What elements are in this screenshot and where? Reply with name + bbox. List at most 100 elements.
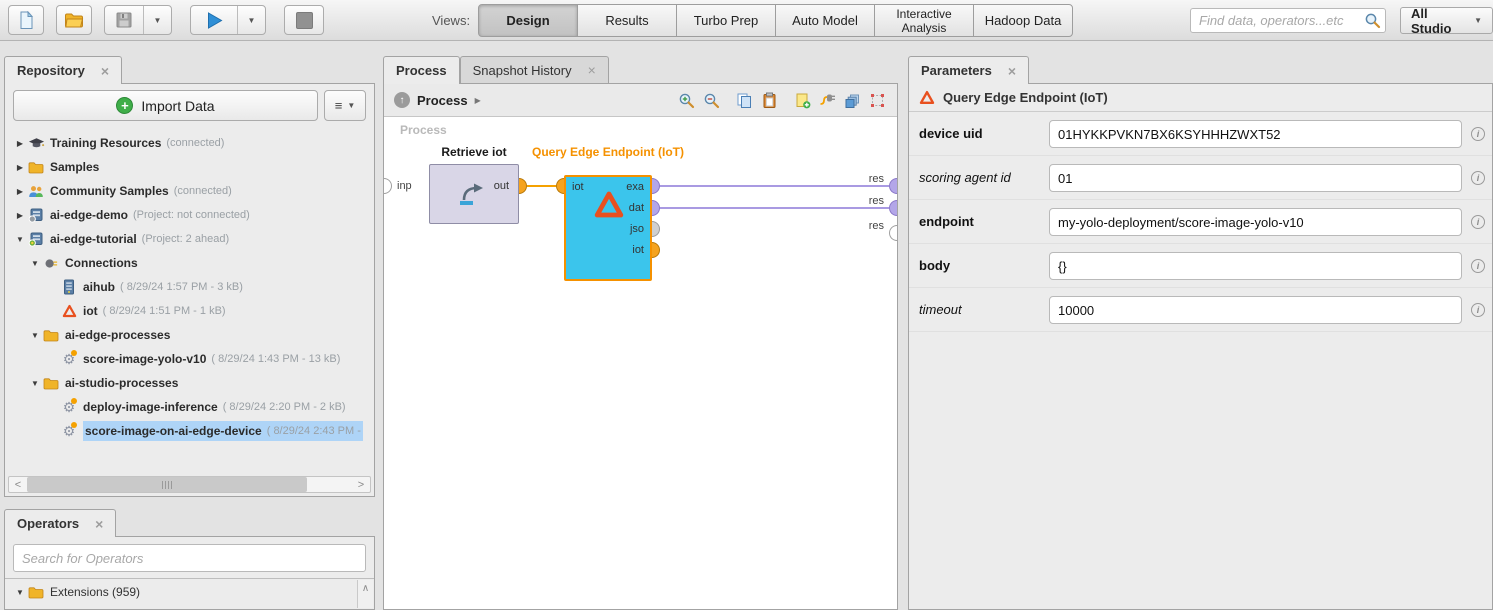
expander-icon[interactable]: ▼ bbox=[28, 379, 42, 388]
run-button[interactable] bbox=[191, 6, 237, 34]
save-button[interactable] bbox=[105, 6, 143, 34]
paste-icon[interactable] bbox=[760, 91, 779, 110]
close-icon[interactable]: × bbox=[588, 63, 596, 77]
tab-repository[interactable]: Repository × bbox=[4, 56, 122, 84]
open-process-button[interactable] bbox=[56, 5, 92, 35]
expander-icon[interactable]: ▶ bbox=[13, 163, 27, 172]
zoom-out-icon[interactable] bbox=[702, 91, 721, 110]
device-uid-input[interactable] bbox=[1049, 120, 1462, 148]
scroll-left-icon[interactable]: < bbox=[9, 477, 27, 492]
connection-dat-to-res[interactable] bbox=[660, 207, 889, 209]
tree-item-score-image-on-ai-edge-device[interactable]: ⚙ score-image-on-ai-edge-device ( 8/29/2… bbox=[5, 419, 374, 443]
tree-item-iot[interactable]: iot ( 8/29/24 1:51 PM - 1 kB) bbox=[5, 299, 374, 323]
query-iot-out-port[interactable] bbox=[652, 242, 660, 258]
tree-item-extensions[interactable]: ▼ Extensions (959) bbox=[5, 579, 374, 605]
retrieve-operator[interactable]: out bbox=[429, 164, 519, 224]
info-icon[interactable]: i bbox=[1471, 303, 1485, 317]
endpoint-input[interactable] bbox=[1049, 208, 1462, 236]
operator-search bbox=[13, 544, 366, 572]
tab-interactive-analysis[interactable]: Interactive Analysis bbox=[874, 4, 974, 37]
scroll-up-icon[interactable]: ∧ bbox=[358, 580, 373, 596]
close-icon[interactable]: × bbox=[95, 517, 103, 531]
expander-icon[interactable]: ▶ bbox=[13, 139, 27, 148]
query-in-port[interactable] bbox=[556, 178, 564, 194]
tab-turbo-prep[interactable]: Turbo Prep bbox=[676, 4, 776, 37]
tree-item-samples[interactable]: ▶ Samples bbox=[5, 155, 374, 179]
tree-item-aihub[interactable]: aihub ( 8/29/24 1:57 PM - 3 kB) bbox=[5, 275, 374, 299]
studio-mode-dropdown[interactable]: All Studio ▼ bbox=[1400, 7, 1493, 34]
tree-item-score-image-yolo-v10[interactable]: ⚙ score-image-yolo-v10 ( 8/29/24 1:43 PM… bbox=[5, 347, 374, 371]
connection-exa-to-res[interactable] bbox=[660, 185, 889, 187]
add-note-icon[interactable] bbox=[793, 91, 812, 110]
process-input-port[interactable] bbox=[384, 178, 392, 194]
tab-design[interactable]: Design bbox=[478, 4, 578, 37]
query-operator[interactable]: iot exa dat jso iot bbox=[564, 175, 652, 281]
process-canvas[interactable]: Process inp Retrieve iot out Query Edge … bbox=[384, 117, 897, 609]
retrieve-operator-name: Retrieve iot bbox=[429, 145, 519, 159]
tree-item-connections[interactable]: ▼ Connections bbox=[5, 251, 374, 275]
scrollbar-track[interactable] bbox=[27, 477, 352, 492]
tab-process[interactable]: Process bbox=[383, 56, 460, 84]
connection-out-to-iot[interactable] bbox=[527, 185, 556, 187]
body-input[interactable] bbox=[1049, 252, 1462, 280]
tree-item-ai-studio-processes[interactable]: ▼ ai-studio-processes bbox=[5, 371, 374, 395]
result-port-2[interactable] bbox=[889, 200, 897, 216]
operators-vscrollbar[interactable]: ∧ bbox=[357, 580, 373, 608]
query-dat-port[interactable] bbox=[652, 200, 660, 216]
close-icon[interactable]: × bbox=[101, 64, 109, 78]
expander-icon[interactable]: ▼ bbox=[28, 259, 42, 268]
copy-icon[interactable] bbox=[735, 91, 754, 110]
tree-item-training-resources[interactable]: ▶ Training Resources (connected) bbox=[5, 131, 374, 155]
import-data-button[interactable]: + Import Data bbox=[13, 90, 318, 121]
expander-icon[interactable]: ▼ bbox=[28, 331, 42, 340]
expander-icon[interactable]: ▼ bbox=[13, 588, 27, 597]
retrieve-out-port-label: out bbox=[494, 180, 509, 192]
repository-menu-button[interactable]: ≡ ▼ bbox=[324, 90, 366, 121]
breadcrumb-arrow-icon[interactable]: ▶ bbox=[475, 96, 481, 105]
expander-icon[interactable]: ▶ bbox=[13, 187, 27, 196]
layers-icon[interactable] bbox=[843, 91, 862, 110]
search-icon[interactable] bbox=[1364, 12, 1381, 29]
tree-item-ai-edge-tutorial[interactable]: ▼ ai-edge-tutorial (Project: 2 ahead) bbox=[5, 227, 374, 251]
result-port-1[interactable] bbox=[889, 178, 897, 194]
scrollbar-thumb[interactable] bbox=[27, 477, 307, 492]
tab-hadoop-data[interactable]: Hadoop Data bbox=[973, 4, 1073, 37]
save-dropdown-button[interactable]: ▼ bbox=[143, 6, 171, 34]
zoom-in-icon[interactable] bbox=[677, 91, 696, 110]
fit-selection-icon[interactable] bbox=[868, 91, 887, 110]
tab-parameters[interactable]: Parameters × bbox=[908, 56, 1029, 84]
tab-operators[interactable]: Operators × bbox=[4, 509, 116, 537]
query-exa-port[interactable] bbox=[652, 178, 660, 194]
info-icon[interactable]: i bbox=[1471, 259, 1485, 273]
info-icon[interactable]: i bbox=[1471, 171, 1485, 185]
scoring-agent-id-input[interactable] bbox=[1049, 164, 1462, 192]
operator-search-input[interactable] bbox=[13, 544, 366, 572]
query-jso-port[interactable] bbox=[652, 221, 660, 237]
stop-button[interactable] bbox=[284, 5, 324, 35]
tab-results[interactable]: Results bbox=[577, 4, 677, 37]
tree-item-ai-edge-demo[interactable]: ▶ ai-edge-demo (Project: not connected) bbox=[5, 203, 374, 227]
new-process-button[interactable] bbox=[8, 5, 44, 35]
breadcrumb[interactable]: Process bbox=[417, 93, 468, 108]
run-dropdown-button[interactable]: ▼ bbox=[237, 6, 265, 34]
auto-wire-icon[interactable] bbox=[818, 91, 837, 110]
expander-icon[interactable]: ▶ bbox=[13, 211, 27, 220]
info-icon[interactable]: i bbox=[1471, 215, 1485, 229]
expander-icon[interactable]: ▼ bbox=[13, 235, 27, 244]
tree-item-deploy-image-inference[interactable]: ⚙ deploy-image-inference ( 8/29/24 2:20 … bbox=[5, 395, 374, 419]
tree-item-community-samples[interactable]: ▶ Community Samples (connected) bbox=[5, 179, 374, 203]
tab-snapshot-history[interactable]: Snapshot History × bbox=[460, 56, 609, 83]
process-up-icon[interactable]: ↑ bbox=[394, 92, 410, 108]
retrieve-out-port[interactable] bbox=[519, 178, 527, 194]
repository-hscrollbar[interactable]: < > bbox=[8, 476, 371, 493]
tab-auto-model[interactable]: Auto Model bbox=[775, 4, 875, 37]
tree-item-ai-edge-processes[interactable]: ▼ ai-edge-processes bbox=[5, 323, 374, 347]
timeout-input[interactable] bbox=[1049, 296, 1462, 324]
folder-icon bbox=[27, 159, 45, 175]
global-search-input[interactable] bbox=[1190, 8, 1386, 33]
parameters-body: Query Edge Endpoint (IoT) device uid i s… bbox=[908, 83, 1493, 610]
scroll-right-icon[interactable]: > bbox=[352, 477, 370, 492]
close-icon[interactable]: × bbox=[1008, 64, 1016, 78]
result-port-3[interactable] bbox=[889, 225, 897, 241]
info-icon[interactable]: i bbox=[1471, 127, 1485, 141]
